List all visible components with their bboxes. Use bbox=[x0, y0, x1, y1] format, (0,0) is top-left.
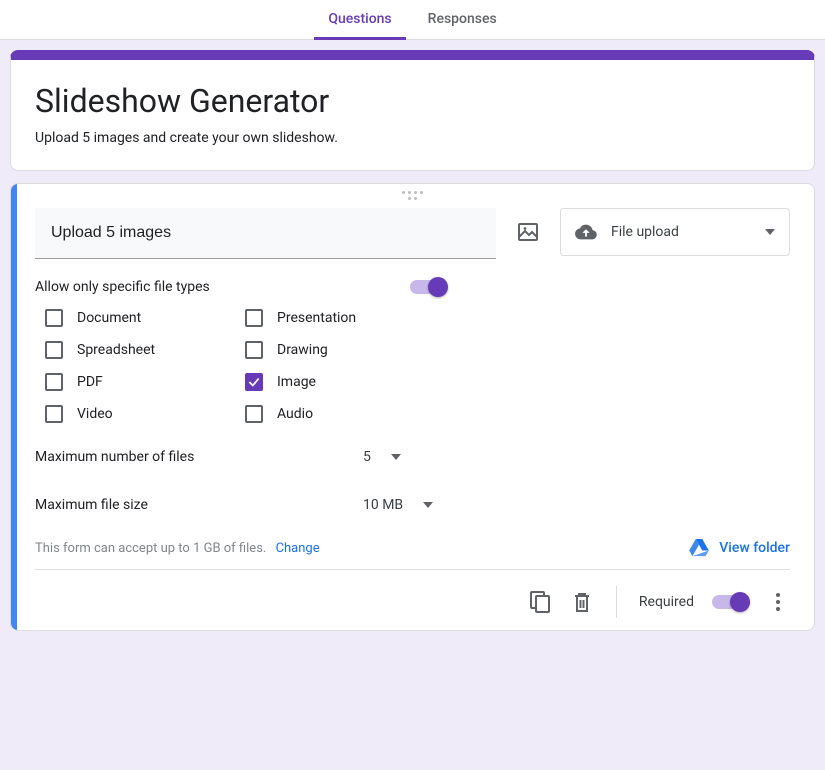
checkbox-icon bbox=[45, 341, 63, 359]
allow-specific-types-toggle[interactable] bbox=[410, 280, 446, 294]
change-quota-link[interactable]: Change bbox=[276, 541, 320, 556]
tab-responses[interactable]: Responses bbox=[414, 1, 511, 40]
question-footer: Required bbox=[35, 582, 790, 618]
editor-tabs: Questions Responses bbox=[0, 0, 825, 40]
dropdown-arrow-icon bbox=[765, 229, 775, 235]
checkbox-checked-icon bbox=[245, 373, 263, 391]
add-image-button[interactable] bbox=[510, 208, 546, 256]
tab-questions[interactable]: Questions bbox=[314, 1, 405, 40]
form-description[interactable]: Upload 5 images and create your own slid… bbox=[35, 130, 790, 146]
question-type-select[interactable]: File upload bbox=[560, 208, 790, 256]
form-header-card[interactable]: Slideshow Generator Upload 5 images and … bbox=[10, 50, 815, 171]
upload-quota-text: This form can accept up to 1 GB of files… bbox=[35, 541, 266, 556]
required-toggle[interactable] bbox=[712, 595, 748, 609]
dropdown-arrow-icon bbox=[423, 502, 433, 508]
form-title[interactable]: Slideshow Generator bbox=[35, 82, 790, 120]
max-size-select[interactable]: 10 MB bbox=[355, 491, 441, 519]
drag-handle-icon[interactable] bbox=[401, 190, 425, 200]
question-card: File upload Allow only specific file typ… bbox=[10, 183, 815, 631]
file-types-grid: Document Presentation Spreadsheet Drawin… bbox=[45, 309, 790, 423]
duplicate-button[interactable] bbox=[528, 590, 552, 614]
filetype-document[interactable]: Document bbox=[45, 309, 245, 327]
cloud-upload-icon bbox=[575, 221, 597, 243]
separator bbox=[616, 586, 617, 618]
max-files-select[interactable]: 5 bbox=[355, 443, 409, 471]
question-title-wrap bbox=[35, 208, 496, 259]
max-files-label: Maximum number of files bbox=[35, 449, 355, 465]
checkbox-icon bbox=[45, 405, 63, 423]
view-folder-link[interactable]: View folder bbox=[689, 539, 790, 557]
filetype-video[interactable]: Video bbox=[45, 405, 245, 423]
filetype-drawing[interactable]: Drawing bbox=[245, 341, 445, 359]
drive-icon bbox=[689, 539, 709, 557]
filetype-audio[interactable]: Audio bbox=[245, 405, 445, 423]
copy-icon bbox=[530, 591, 550, 613]
divider bbox=[35, 569, 790, 570]
max-size-label: Maximum file size bbox=[35, 497, 355, 513]
filetype-spreadsheet[interactable]: Spreadsheet bbox=[45, 341, 245, 359]
allow-specific-types-label: Allow only specific file types bbox=[35, 279, 210, 295]
dropdown-arrow-icon bbox=[391, 454, 401, 460]
filetype-presentation[interactable]: Presentation bbox=[245, 309, 445, 327]
image-icon bbox=[516, 220, 540, 244]
question-title-input[interactable] bbox=[35, 208, 496, 259]
checkbox-icon bbox=[245, 405, 263, 423]
delete-button[interactable] bbox=[570, 590, 594, 614]
required-label: Required bbox=[639, 594, 694, 610]
checkbox-icon bbox=[45, 309, 63, 327]
form-canvas: Slideshow Generator Upload 5 images and … bbox=[0, 40, 825, 641]
checkbox-icon bbox=[45, 373, 63, 391]
filetype-image[interactable]: Image bbox=[245, 373, 445, 391]
checkbox-icon bbox=[245, 309, 263, 327]
checkbox-icon bbox=[245, 341, 263, 359]
more-options-button[interactable] bbox=[766, 590, 790, 614]
trash-icon bbox=[573, 591, 591, 613]
filetype-pdf[interactable]: PDF bbox=[45, 373, 245, 391]
question-type-label: File upload bbox=[611, 224, 679, 240]
